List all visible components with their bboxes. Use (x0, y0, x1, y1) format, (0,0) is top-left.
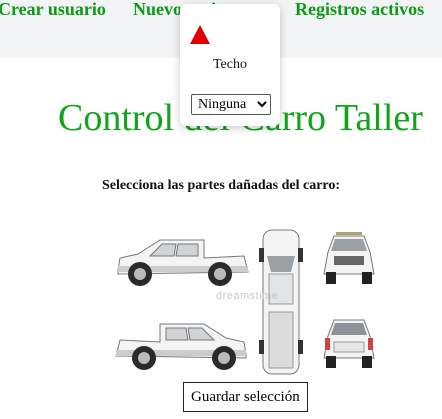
save-selection-button[interactable]: Guardar selección (183, 382, 308, 412)
car-rear-view[interactable] (320, 312, 378, 370)
car-front-view[interactable] (320, 228, 378, 286)
damage-popup: Techo Ninguna (180, 4, 280, 126)
part-name-label: Techo (212, 57, 247, 72)
instruction-text: Selecciona las partes dañadas del carro: (101, 178, 341, 193)
warning-triangle-icon[interactable] (190, 25, 210, 44)
nav-link-crear-usuario[interactable]: Crear usuario (0, 0, 106, 20)
watermark: dreamstime (216, 290, 279, 302)
car-right-side-view[interactable] (112, 312, 252, 374)
nav-link-registros-activos[interactable]: Registros activos (295, 0, 424, 20)
damage-select[interactable]: Ninguna (191, 94, 271, 115)
car-top-view[interactable] (258, 228, 304, 376)
car-left-side-view[interactable] (112, 228, 252, 290)
